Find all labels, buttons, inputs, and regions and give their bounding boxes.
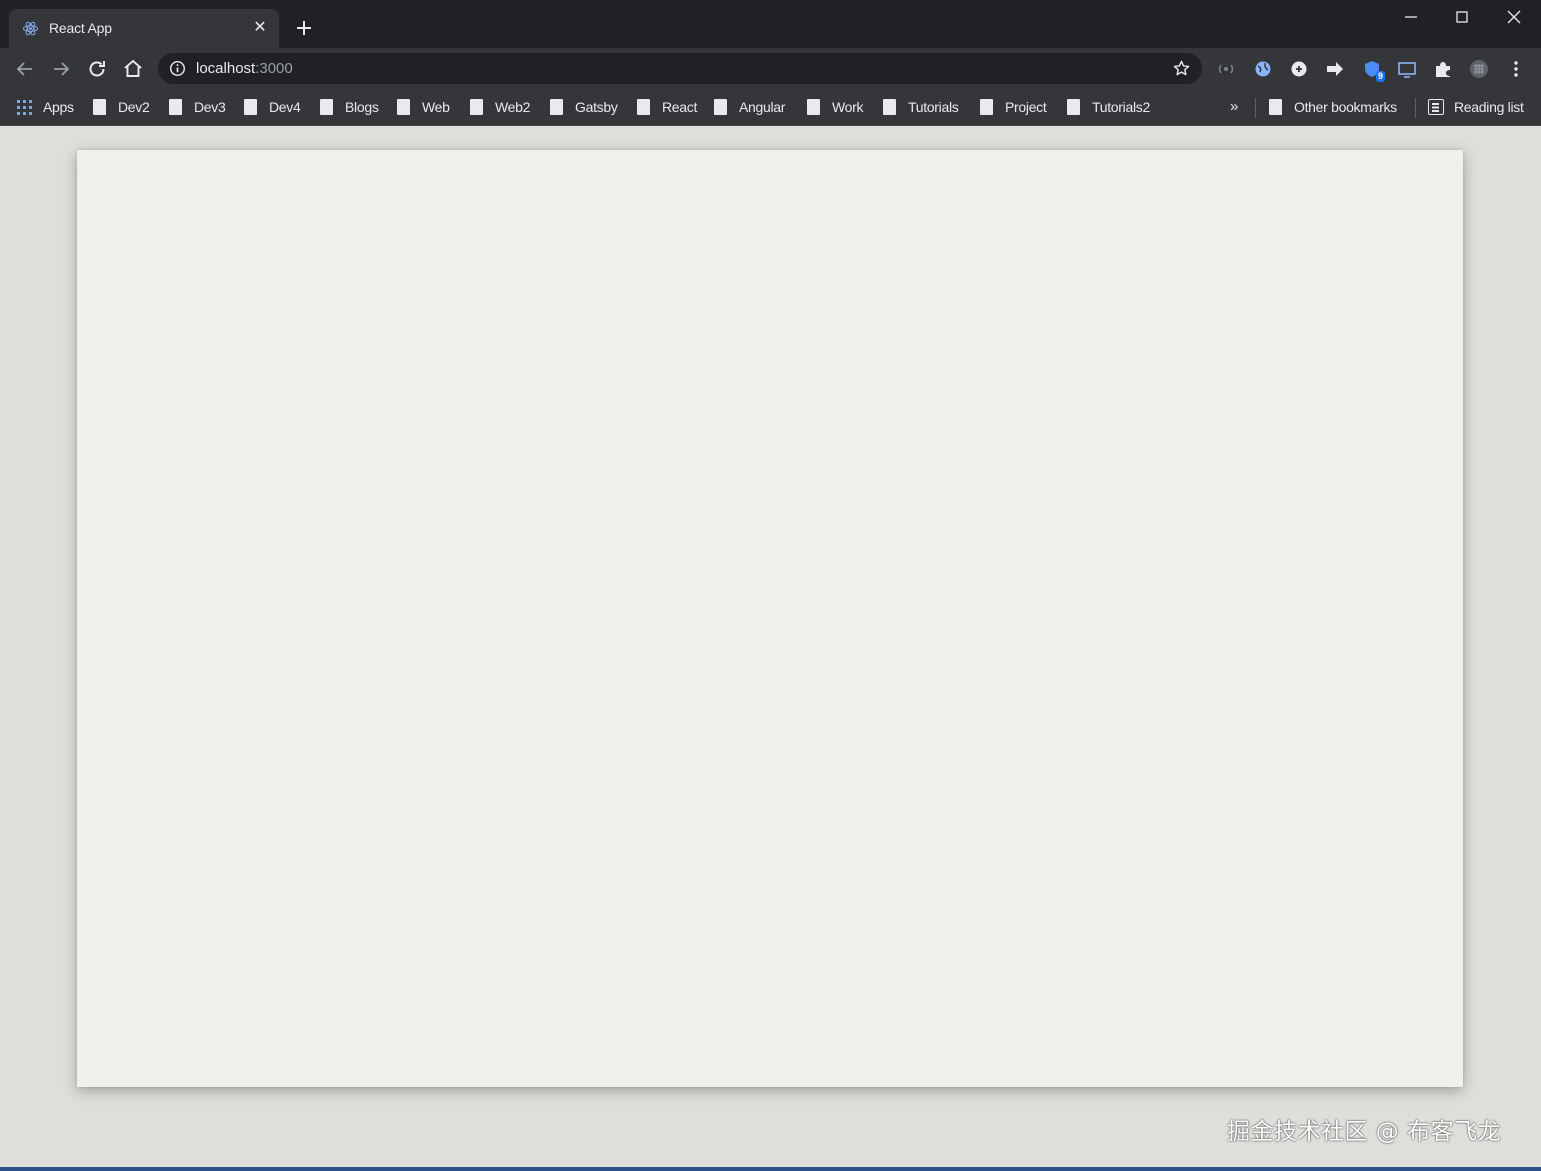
shield-extension-icon[interactable]: 9 <box>1361 58 1385 82</box>
folder-icon <box>883 99 896 115</box>
folder-icon <box>807 99 820 115</box>
bookmark-folder-web[interactable]: Web <box>397 95 450 119</box>
bookmark-folder-angular[interactable]: Angular <box>714 95 785 119</box>
bookmark-folder-dev2[interactable]: Dev2 <box>93 95 150 119</box>
site-info-icon[interactable] <box>169 60 186 77</box>
bookmark-folder-tutorials2[interactable]: Tutorials2 <box>1067 95 1150 119</box>
menu-dots-icon[interactable] <box>1505 58 1527 80</box>
folder-icon <box>244 99 257 115</box>
folder-icon <box>1269 99 1282 115</box>
circle-extension-icon[interactable] <box>1288 58 1310 80</box>
bookmark-apps[interactable]: Apps <box>16 95 74 119</box>
url-text[interactable]: localhost:3000 <box>196 60 293 77</box>
bookmark-label: Tutorials <box>908 99 959 115</box>
bookmark-label: Tutorials2 <box>1092 99 1150 115</box>
bookmark-folder-dev4[interactable]: Dev4 <box>244 95 301 119</box>
browser-toolbar: localhost:3000 9 <box>0 48 1541 90</box>
bookmarks-divider <box>1415 98 1416 118</box>
folder-icon <box>169 99 182 115</box>
reading-list-icon <box>1428 99 1444 115</box>
profile-avatar-icon[interactable] <box>1468 58 1490 80</box>
bookmark-label: Dev2 <box>118 99 150 115</box>
bookmark-folder-react[interactable]: React <box>637 95 697 119</box>
tab-react-app[interactable]: React App ✕ <box>9 9 279 48</box>
url-port: :3000 <box>255 60 293 77</box>
folder-icon <box>93 99 106 115</box>
watermark-text: 掘金技术社区 @ 布客飞龙 <box>1227 1119 1502 1145</box>
reading-list-button[interactable]: Reading list <box>1428 95 1524 119</box>
window-close-icon[interactable] <box>1500 6 1528 28</box>
bookmarks-bar: Apps Dev2 Dev3 Dev4 Blogs Web Web2 Gatsb… <box>0 90 1541 126</box>
bookmark-other-bookmarks[interactable]: Other bookmarks <box>1269 95 1397 119</box>
react-logo-icon <box>22 21 39 36</box>
maximize-icon[interactable] <box>1448 6 1476 28</box>
bookmark-label: Other bookmarks <box>1294 99 1397 115</box>
bookmark-label: React <box>662 99 698 115</box>
title-bar: React App ✕ <box>0 0 1541 48</box>
folder-icon <box>637 99 650 115</box>
bookmark-label: Dev4 <box>269 99 301 115</box>
bookmarks-divider <box>1255 98 1256 118</box>
arrow-extension-icon[interactable] <box>1324 58 1346 80</box>
bookmark-folder-dev3[interactable]: Dev3 <box>169 95 226 119</box>
tab-close-icon[interactable]: ✕ <box>251 19 269 37</box>
bookmark-folder-work[interactable]: Work <box>807 95 864 119</box>
folder-icon <box>980 99 993 115</box>
taskbar-edge <box>0 1167 1541 1171</box>
world-extension-icon[interactable] <box>1252 58 1274 80</box>
bookmark-folder-tutorials[interactable]: Tutorials <box>883 95 959 119</box>
bookmark-folder-gatsby[interactable]: Gatsby <box>550 95 618 119</box>
bookmark-label: Reading list <box>1454 99 1524 115</box>
bookmark-label: Blogs <box>345 99 379 115</box>
bookmark-folder-project[interactable]: Project <box>980 95 1047 119</box>
folder-icon <box>550 99 563 115</box>
address-bar[interactable]: localhost:3000 <box>158 53 1202 84</box>
url-host: localhost <box>196 60 256 77</box>
minimize-icon[interactable] <box>1397 6 1425 28</box>
broadcast-icon[interactable] <box>1215 58 1237 80</box>
back-arrow-icon[interactable] <box>13 57 37 81</box>
screen-extension-icon[interactable] <box>1396 58 1418 80</box>
tab-title: React App <box>49 20 112 36</box>
puzzle-icon[interactable] <box>1432 58 1454 80</box>
bookmark-folder-web2[interactable]: Web2 <box>470 95 530 119</box>
bookmark-label: Web <box>422 99 450 115</box>
bookmark-label: Gatsby <box>575 99 618 115</box>
content-card <box>77 150 1463 1087</box>
folder-icon <box>397 99 410 115</box>
bookmarks-overflow-chevron-icon[interactable]: » <box>1230 98 1238 115</box>
reload-icon[interactable] <box>85 57 109 81</box>
folder-icon <box>714 99 727 115</box>
extension-badge: 9 <box>1375 71 1385 82</box>
bookmark-folder-blogs[interactable]: Blogs <box>320 95 379 119</box>
folder-icon <box>1067 99 1080 115</box>
apps-grid-icon <box>16 99 32 115</box>
folder-icon <box>470 99 483 115</box>
forward-arrow-icon[interactable] <box>49 57 73 81</box>
bookmark-label: Web2 <box>495 99 531 115</box>
bookmark-star-icon[interactable] <box>1172 59 1191 78</box>
bookmark-label: Project <box>1005 99 1047 115</box>
bookmark-label: Dev3 <box>194 99 226 115</box>
bookmark-label: Angular <box>739 99 786 115</box>
folder-icon <box>320 99 333 115</box>
new-tab-plus-icon[interactable] <box>293 17 315 39</box>
bookmark-label: Work <box>832 99 864 115</box>
home-icon[interactable] <box>121 57 145 81</box>
bookmark-label: Apps <box>43 99 74 115</box>
